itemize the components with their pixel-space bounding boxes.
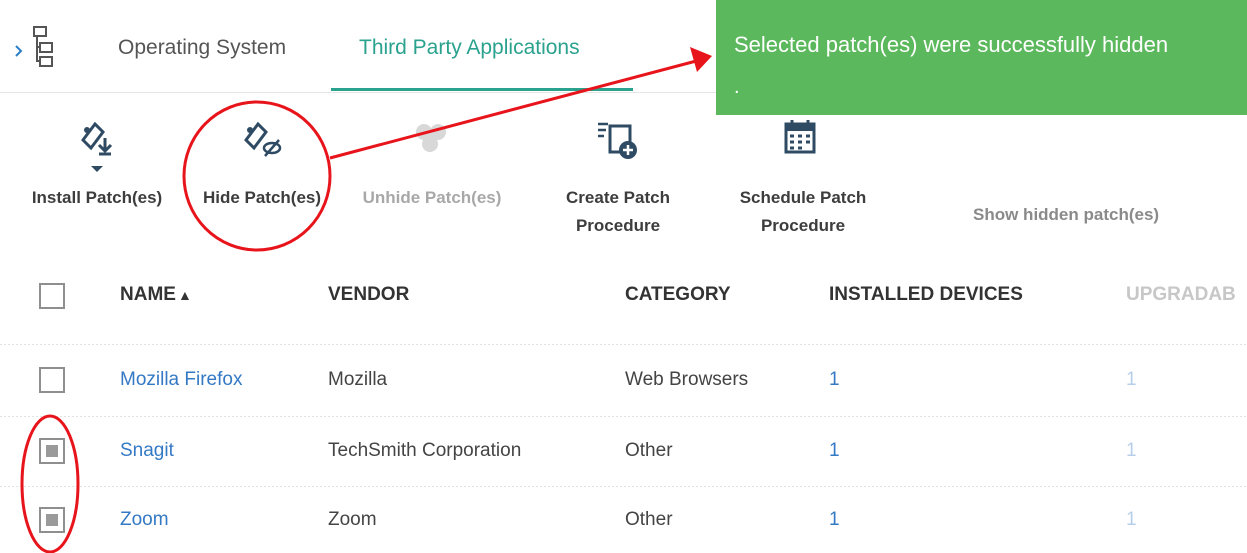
vendor-cell: TechSmith Corporation (328, 440, 522, 461)
table-row[interactable]: Zoom Zoom Other 1 1 (0, 487, 1247, 553)
hide-patch-label: Hide Patch(es) (202, 188, 322, 207)
create-procedure-icon (598, 122, 637, 159)
patch-name-link[interactable]: Mozilla Firefox (120, 369, 242, 391)
install-patch-button[interactable]: Install Patch(es) (22, 118, 172, 218)
tab-third-party-applications[interactable]: Third Party Applications (359, 36, 580, 60)
category-cell: Other (625, 509, 673, 530)
create-patch-procedure-button[interactable]: Create Patch Procedure (548, 118, 688, 243)
row-checkbox[interactable] (39, 507, 65, 533)
unhide-patch-label: Unhide Patch(es) (362, 188, 502, 207)
sort-ascending-icon: ▲ (177, 287, 192, 303)
toast-message: Selected patch(es) were successfully hid… (734, 32, 1169, 57)
success-toast: Selected patch(es) were successfully hid… (716, 0, 1247, 115)
column-header-name[interactable]: NAME ▲ (120, 284, 192, 306)
tab-operating-system[interactable]: Operating System (118, 36, 286, 60)
table-row[interactable]: Mozilla Firefox Mozilla Web Browsers 1 1 (0, 345, 1247, 415)
toast-trailing-text: . (734, 76, 740, 98)
installed-devices-link[interactable]: 1 (829, 369, 840, 391)
install-patch-label: Install Patch(es) (31, 188, 163, 207)
upgradable-devices-link[interactable]: 1 (1126, 369, 1137, 391)
vendor-cell: Zoom (328, 509, 377, 530)
table-row[interactable]: Snagit TechSmith Corporation Other 1 1 (0, 417, 1247, 485)
upgradable-devices-link[interactable]: 1 (1126, 440, 1137, 462)
create-patch-procedure-label-line2: Procedure (575, 216, 661, 235)
patch-name-link[interactable]: Snagit (120, 440, 174, 462)
select-all-checkbox[interactable] (39, 283, 65, 309)
column-header-vendor[interactable]: VENDOR (328, 284, 409, 306)
installed-devices-link[interactable]: 1 (829, 509, 840, 531)
create-patch-procedure-label-line1: Create Patch (566, 188, 670, 207)
schedule-patch-procedure-label-line2: Procedure (760, 216, 846, 235)
row-checkbox[interactable] (39, 367, 65, 393)
installed-devices-link[interactable]: 1 (829, 440, 840, 462)
hide-patch-icon (244, 121, 282, 157)
unhide-patch-button[interactable]: Unhide Patch(es) (352, 118, 512, 218)
upgradable-devices-link[interactable]: 1 (1126, 509, 1137, 531)
row-checkbox[interactable] (39, 438, 65, 464)
column-header-name-label: NAME (120, 284, 176, 305)
category-cell: Other (625, 440, 673, 461)
annotation-arrow-head (690, 47, 712, 72)
hide-patch-button[interactable]: Hide Patch(es) (192, 118, 332, 218)
unhide-patch-icon (416, 124, 446, 152)
tree-toggle-icon[interactable] (14, 24, 54, 68)
vendor-cell: Mozilla (328, 369, 388, 390)
show-hidden-patches-toggle[interactable]: Show hidden patch(es) (973, 205, 1159, 225)
active-tab-indicator (331, 88, 633, 91)
schedule-patch-procedure-label-line1: Schedule Patch (739, 188, 867, 207)
column-header-installed-devices[interactable]: INSTALLED DEVICES (829, 284, 1023, 306)
install-patch-icon (81, 121, 113, 172)
patch-name-link[interactable]: Zoom (120, 509, 169, 531)
calendar-icon (784, 120, 816, 154)
column-header-upgradable[interactable]: UPGRADAB (1126, 284, 1236, 306)
category-cell: Web Browsers (625, 369, 749, 390)
schedule-patch-procedure-button[interactable]: Schedule Patch Procedure (728, 118, 878, 243)
column-header-category[interactable]: CATEGORY (625, 284, 731, 306)
